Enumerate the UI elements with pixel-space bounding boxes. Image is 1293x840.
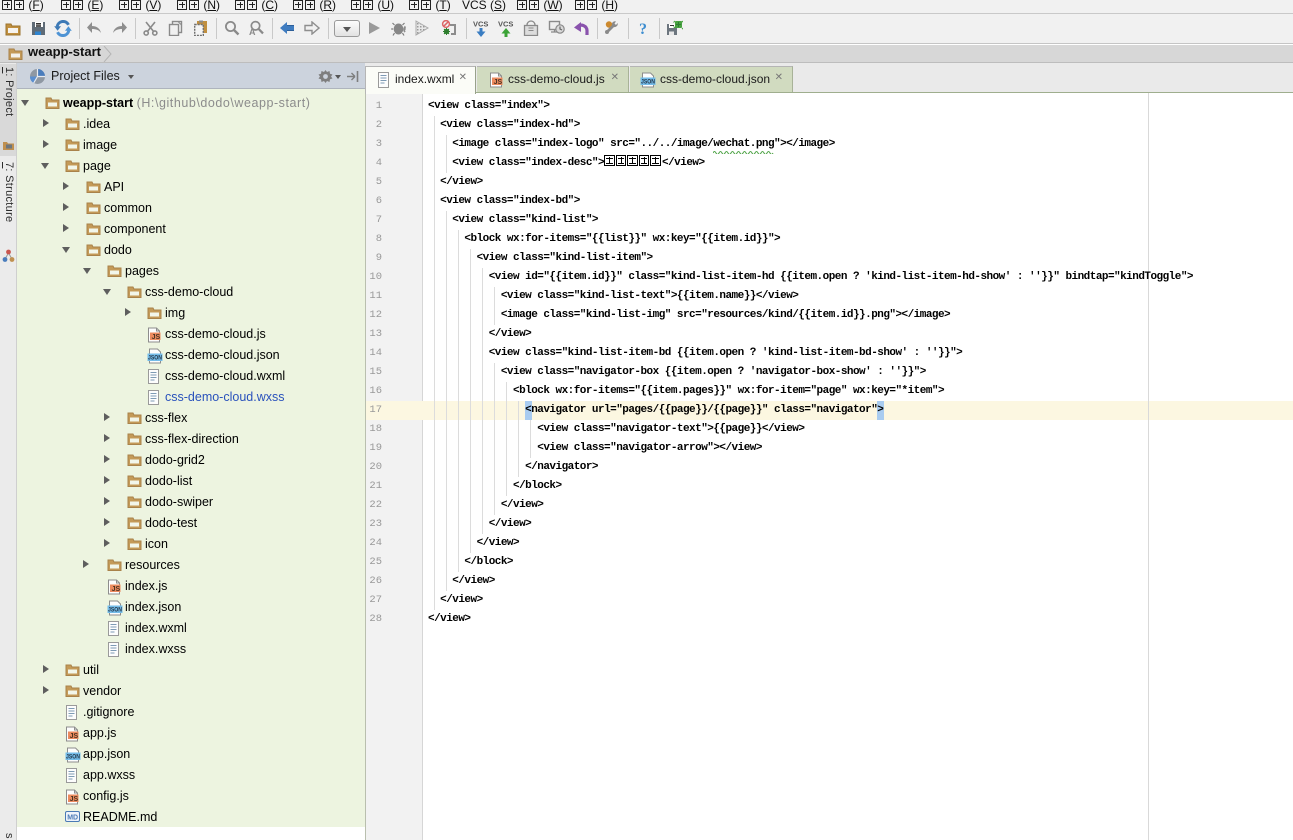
svg-text:JS: JS [70,795,79,802]
svg-text:JSON: JSON [148,354,162,361]
svg-text:JS: JS [494,79,503,86]
svg-text:VCS: VCS [473,20,488,29]
svg-text:MD: MD [67,814,78,821]
svg-text:A: A [249,27,256,36]
svg-text:JSON: JSON [108,606,122,613]
svg-text:?: ? [639,21,647,37]
svg-text:JSON: JSON [641,79,655,86]
svg-text:JSON: JSON [66,753,80,760]
svg-text:VCS: VCS [498,20,513,29]
svg-text:JS: JS [70,732,79,739]
svg-text:JS: JS [152,333,161,340]
svg-text:JS: JS [112,585,121,592]
